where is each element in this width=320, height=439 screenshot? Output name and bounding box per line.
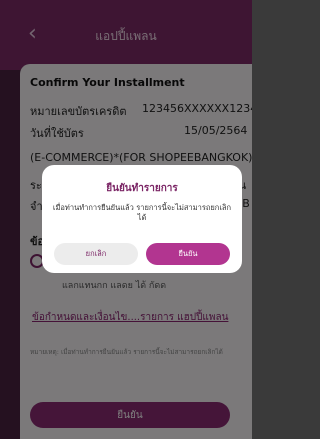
cancel-button[interactable]: ยกเลิก bbox=[54, 243, 138, 265]
screen: ‹ แอปปี้แพลน Confirm Your Installment หม… bbox=[0, 0, 252, 439]
confirm-dialog: ยืนยันทำรายการ เมื่อท่านทำการยืนยันแล้ว … bbox=[42, 165, 242, 273]
dialog-title: ยืนยันทำรายการ bbox=[106, 183, 178, 194]
dialog-message: เมื่อท่านทำการยืนยันแล้ว รายการนี้จะไม่ส… bbox=[52, 203, 232, 222]
ok-button[interactable]: ยืนยัน bbox=[146, 243, 230, 265]
